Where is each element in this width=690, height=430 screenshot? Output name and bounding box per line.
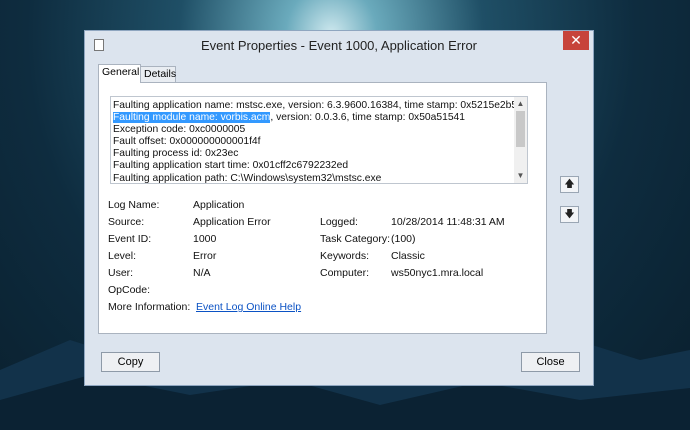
description-line: Fault offset: 0x000000000001f4f — [113, 136, 513, 148]
line-text: Faulting application path: C:\Windows\sy… — [113, 172, 382, 184]
log-name-label: Log Name: — [108, 199, 160, 211]
description-line: Faulting process id: 0x23ec — [113, 148, 513, 160]
event-properties-dialog: Event Properties - Event 1000, Applicati… — [84, 30, 594, 386]
copy-button[interactable]: Copy — [101, 352, 160, 372]
arrow-down-icon: 🡇 — [564, 209, 575, 220]
line-text: Faulting application start time: 0x01cff… — [113, 160, 349, 172]
line-text: Fault offset: 0x000000000001f4f — [113, 136, 261, 148]
logged-value: 10/28/2014 11:48:31 AM — [391, 216, 505, 228]
scroll-thumb[interactable] — [516, 111, 525, 147]
source-label: Source: — [108, 216, 145, 228]
level-label: Level: — [108, 250, 137, 262]
line-text: Exception code: 0xc0000005 — [113, 124, 246, 136]
event-id-value: 1000 — [193, 233, 217, 245]
close-button[interactable]: Close — [521, 352, 580, 372]
log-name-value: Application — [193, 199, 245, 211]
level-value: Error — [193, 250, 217, 262]
tab-details[interactable]: Details — [140, 66, 176, 82]
line-text: , version: 0.0.3.6, time stamp: 0x50a515… — [270, 112, 466, 124]
task-category-value: (100) — [391, 233, 416, 245]
description-scrollbar[interactable]: ▲ ▼ — [514, 97, 527, 183]
event-log-online-help-link[interactable]: Event Log Online Help — [196, 301, 301, 313]
title-bar[interactable]: Event Properties - Event 1000, Applicati… — [85, 31, 593, 59]
description-line: Faulting module name: vorbis.acm, versio… — [113, 112, 513, 124]
opcode-label: OpCode: — [108, 284, 151, 296]
task-category-label: Task Category: — [320, 233, 391, 245]
keywords-value: Classic — [391, 250, 425, 262]
description-line: Exception code: 0xc0000005 — [113, 124, 513, 136]
next-event-button[interactable]: 🡇 — [560, 206, 579, 223]
event-description-textbox[interactable]: Faulting application name: mstsc.exe, ve… — [110, 96, 528, 184]
arrow-up-icon: 🡅 — [564, 179, 575, 190]
event-id-label: Event ID: — [108, 233, 152, 245]
user-value: N/A — [193, 267, 211, 279]
scroll-up-arrow-icon[interactable]: ▲ — [516, 99, 525, 109]
window-title: Event Properties - Event 1000, Applicati… — [200, 38, 478, 53]
description-line: Faulting application start time: 0x01cff… — [113, 160, 513, 172]
keywords-label: Keywords: — [320, 250, 370, 262]
window-close-button[interactable]: ✕ — [563, 31, 589, 50]
description-lines: Faulting application name: mstsc.exe, ve… — [113, 100, 517, 184]
more-information-label: More Information: — [108, 301, 191, 313]
description-line: Faulting application name: mstsc.exe, ve… — [113, 100, 517, 112]
description-line: Faulting application path: C:\Windows\sy… — [113, 172, 513, 184]
selected-text: Faulting module name: vorbis.acm — [113, 112, 271, 124]
logged-label: Logged: — [320, 216, 358, 228]
line-text: Faulting application name: mstsc.exe, ve… — [113, 100, 518, 111]
computer-value: ws50nyc1.mra.local — [391, 267, 484, 279]
computer-label: Computer: — [320, 267, 370, 279]
source-value: Application Error — [193, 216, 271, 228]
scroll-down-arrow-icon[interactable]: ▼ — [516, 171, 525, 181]
general-panel: Faulting application name: mstsc.exe, ve… — [98, 82, 547, 334]
tab-general[interactable]: General — [98, 64, 141, 83]
user-label: User: — [108, 267, 134, 279]
document-icon — [94, 39, 104, 51]
line-text: Faulting process id: 0x23ec — [113, 148, 239, 160]
previous-event-button[interactable]: 🡅 — [560, 176, 579, 193]
